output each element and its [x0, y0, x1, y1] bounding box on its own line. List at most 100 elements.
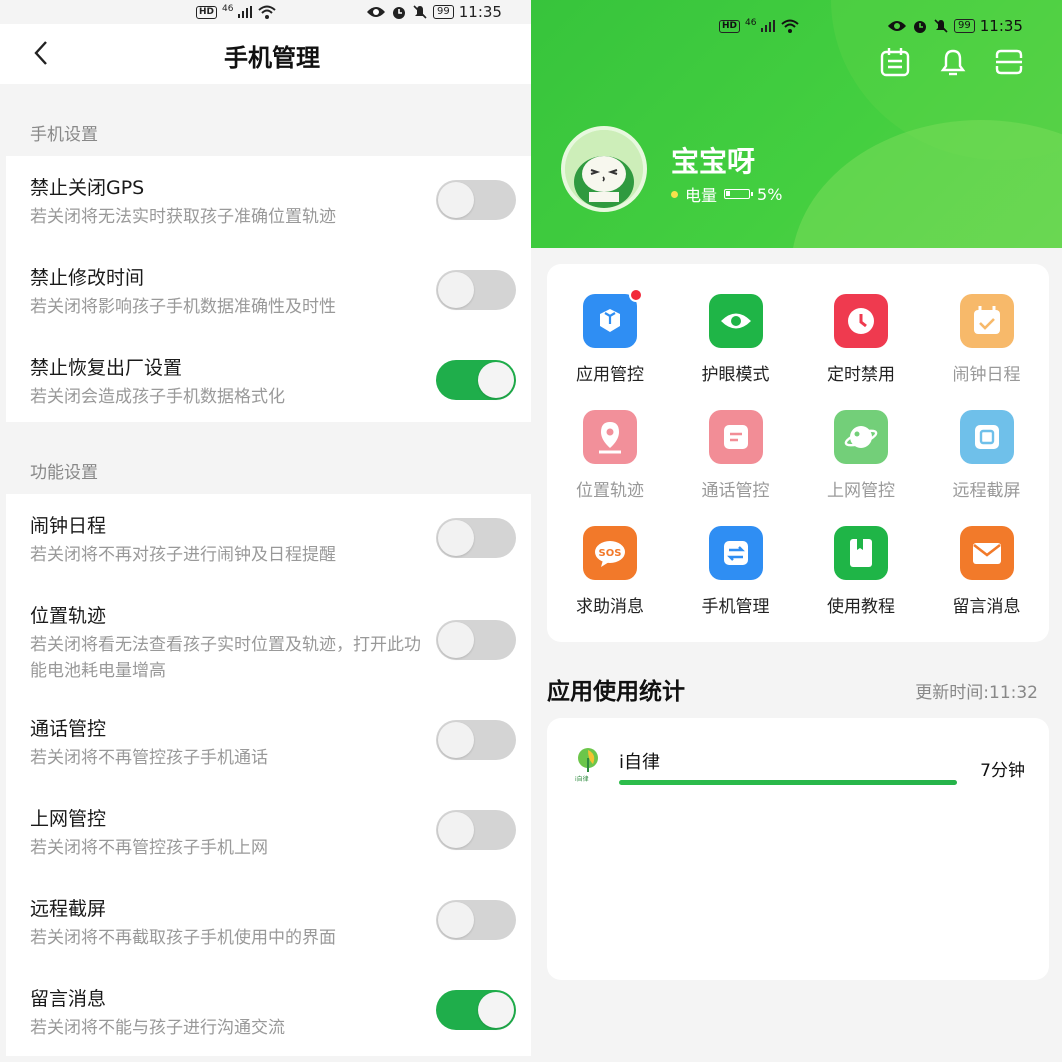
toggle-knob — [438, 812, 474, 848]
planet-icon — [834, 410, 888, 464]
location-toggle[interactable] — [436, 620, 516, 660]
setting-row-alarm: 闹钟日程 若关闭将不再对孩子进行闹钟及日程提醒 — [6, 494, 531, 584]
toggle-knob — [438, 722, 474, 758]
battery-icon: 99 — [954, 19, 975, 33]
alarm-icon — [393, 7, 405, 19]
grid-item-transfer[interactable]: 手机管理 — [673, 526, 799, 617]
setting-title: 远程截屏 — [30, 898, 107, 920]
sos-icon: SOS — [583, 526, 637, 580]
clock-time: 11:35 — [458, 3, 502, 21]
setting-description: 若关闭将不再截取孩子手机使用中的界面 — [30, 928, 336, 948]
grid-item-label: 上网管控 — [827, 481, 895, 501]
wifi-icon — [258, 5, 277, 19]
setting-description: 若关闭将不能与孩子进行沟通交流 — [30, 1018, 285, 1038]
setting-row-internet-control: 上网管控 若关闭将不再管控孩子手机上网 — [6, 790, 531, 880]
message-icon — [708, 410, 763, 464]
page-title: 手机管理 — [224, 44, 320, 72]
grid-item-label: 手机管理 — [701, 597, 770, 617]
setting-description: 若关闭将看无法查看孩子实时位置及轨迹，打开此功能电池耗电量增高 — [30, 635, 421, 681]
scan-icon[interactable] — [993, 46, 1025, 78]
hd-icon: HD — [719, 19, 741, 33]
setting-title: 位置轨迹 — [30, 605, 107, 627]
time-toggle[interactable] — [436, 270, 516, 310]
clock-time: 11:35 — [979, 17, 1023, 35]
grid-item-label: 护眼模式 — [701, 365, 770, 385]
grid-item-eye[interactable]: 护眼模式 — [673, 294, 799, 385]
setting-description: 若关闭会造成孩子手机数据格式化 — [30, 387, 285, 407]
usage-bar — [619, 780, 957, 785]
usage-duration: 7分钟 — [980, 761, 1025, 781]
signal-icon — [761, 20, 776, 32]
function-settings-card: 闹钟日程 若关闭将不再对孩子进行闹钟及日程提醒 位置轨迹 若关闭将看无法查看孩子… — [6, 494, 531, 1056]
messages-toggle[interactable] — [436, 990, 516, 1030]
battery-level-fill — [726, 191, 731, 196]
app-control-icon — [583, 288, 643, 348]
phone-settings-card: 禁止关闭GPS 若关闭将无法实时获取孩子准确位置轨迹 禁止修改时间 若关闭将影响… — [6, 156, 531, 422]
eye-icon — [367, 7, 385, 17]
section-label-function-settings: 功能设置 — [30, 463, 98, 483]
location-icon — [583, 410, 637, 464]
setting-title: 禁止关闭GPS — [30, 177, 145, 199]
grid-item-planet[interactable]: 上网管控 — [798, 410, 924, 501]
hd-icon: HD — [196, 5, 218, 19]
network-label: 46 — [745, 18, 757, 28]
wifi-icon — [781, 19, 800, 33]
setting-title: 闹钟日程 — [30, 515, 107, 537]
setting-row-time: 禁止修改时间 若关闭将影响孩子手机数据准确性及时性 — [6, 246, 531, 336]
status-dot — [671, 190, 678, 198]
call-control-toggle[interactable] — [436, 720, 516, 760]
setting-row-remote-screenshot: 远程截屏 若关闭将不再截取孩子手机使用中的界面 — [6, 880, 531, 970]
bell-icon[interactable] — [937, 46, 969, 78]
top-navigation-bar: 手机管理 — [0, 24, 531, 84]
book-icon — [834, 526, 888, 580]
child-battery: 电量 5% — [671, 182, 782, 206]
avatar-icon — [565, 130, 643, 208]
grid-item-sos[interactable]: SOS 求助消息 — [547, 526, 673, 617]
alarm-toggle[interactable] — [436, 518, 516, 558]
transfer-icon — [708, 526, 763, 580]
toggle-knob — [438, 902, 474, 938]
mail-icon — [959, 526, 1014, 580]
feature-grid: 应用管控 护眼模式 定时禁用 闹钟日程位置轨迹 通话管控 上网管控 远程截屏 SOS 求助消息 手… — [547, 264, 1049, 642]
factory-reset-toggle[interactable] — [436, 360, 516, 400]
setting-row-messages: 留言消息 若关闭将不能与孩子进行沟通交流 — [6, 970, 531, 1056]
toggle-knob — [478, 992, 514, 1028]
grid-item-app-control[interactable]: 应用管控 — [547, 288, 673, 385]
grid-item-calendar-check[interactable]: 闹钟日程 — [924, 294, 1050, 385]
grid-item-label: 位置轨迹 — [576, 481, 644, 501]
setting-title: 上网管控 — [30, 808, 107, 830]
toggle-knob — [438, 272, 474, 308]
screenshot-icon — [959, 410, 1014, 464]
setting-row-location: 位置轨迹 若关闭将看无法查看孩子实时位置及轨迹，打开此功能电池耗电量增高 — [6, 584, 531, 700]
grid-item-label: 使用教程 — [827, 597, 895, 617]
gps-toggle[interactable] — [436, 180, 516, 220]
grid-item-label: 通话管控 — [701, 481, 770, 501]
grid-item-location[interactable]: 位置轨迹 — [547, 410, 673, 501]
grid-item-book[interactable]: 使用教程 — [798, 526, 924, 617]
internet-control-toggle[interactable] — [436, 810, 516, 850]
setting-description: 若关闭将不再管控孩子手机通话 — [30, 748, 268, 768]
grid-item-label: 求助消息 — [576, 597, 644, 617]
calendar-icon[interactable] — [879, 46, 911, 78]
toggle-knob — [478, 362, 514, 398]
setting-row-call-control: 通话管控 若关闭将不再管控孩子手机通话 — [6, 700, 531, 790]
setting-title: 禁止恢复出厂设置 — [30, 357, 183, 379]
grid-item-clock[interactable]: 定时禁用 — [798, 294, 924, 385]
battery-icon: 99 — [433, 5, 454, 19]
app-logo-text: i自律 — [575, 776, 589, 783]
battery-percent: 5% — [757, 184, 783, 204]
status-bar-right: 99 11:35 — [887, 14, 1023, 38]
status-bar-left: HD 46 — [196, 0, 277, 24]
battery-level-icon — [724, 189, 754, 199]
setting-description: 若关闭将不再对孩子进行闹钟及日程提醒 — [30, 545, 336, 565]
grid-item-label: 定时禁用 — [827, 365, 895, 385]
grid-item-message[interactable]: 通话管控 — [673, 410, 799, 501]
remote-screenshot-toggle[interactable] — [436, 900, 516, 940]
alarm-icon — [914, 21, 926, 33]
grid-item-screenshot[interactable]: 远程截屏 — [924, 410, 1050, 501]
grid-item-mail[interactable]: 留言消息 — [924, 526, 1050, 617]
setting-title: 留言消息 — [30, 988, 107, 1010]
grid-item-label: 应用管控 — [576, 365, 644, 385]
avatar[interactable] — [561, 126, 647, 212]
mute-icon — [413, 5, 427, 19]
